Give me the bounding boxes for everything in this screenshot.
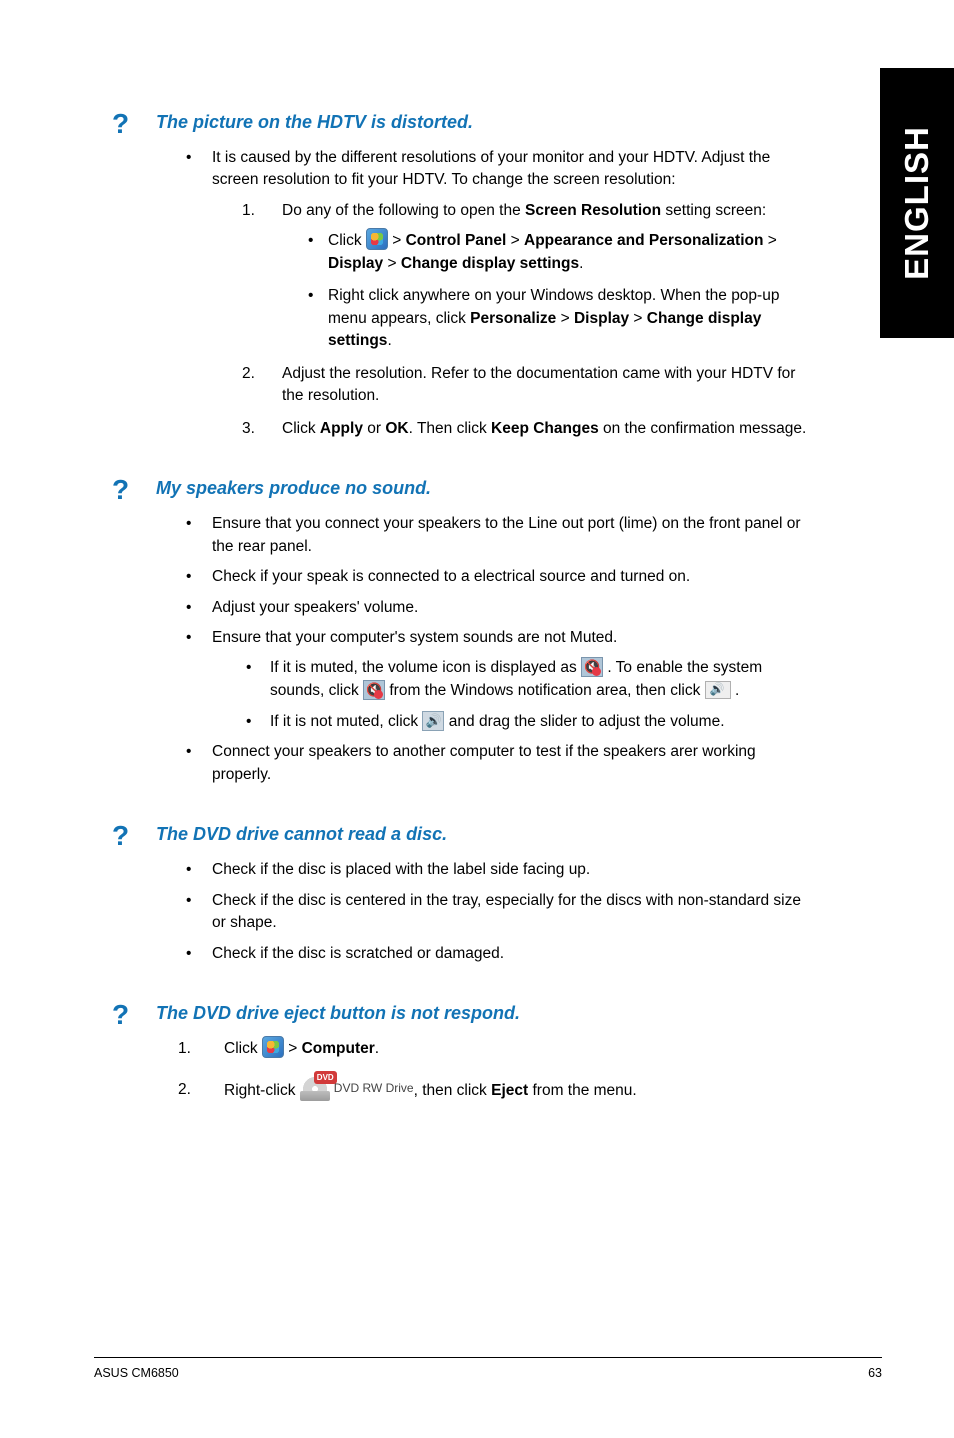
answer-intro: It is caused by the different resolution… [178,147,818,440]
bullet-scratched: Check if the disc is scratched or damage… [178,943,818,965]
bullet-line-out: Ensure that you connect your speakers to… [178,513,818,558]
bullet-muted: Ensure that your computer's system sound… [178,627,818,733]
bullet-electrical: Check if your speak is connected to a el… [178,566,818,588]
start-icon [262,1036,284,1058]
language-tab: ENGLISH [880,68,954,338]
bullet-muted-enable: If it is muted, the volume icon is displ… [242,656,818,703]
substep-click-control-panel: Click > Control Panel > Appearance and P… [306,230,818,275]
volume-icon [422,711,444,731]
question-text: The DVD drive cannot read a disc. [156,824,818,845]
bullet-not-muted: If it is not muted, click and drag the s… [242,710,818,733]
qa-speakers-no-sound: ? My speakers produce no sound. Ensure t… [118,478,818,786]
step-3: 3. Click Apply or OK. Then click Keep Ch… [242,418,818,440]
volume-muted-icon [363,680,385,700]
question-text: My speakers produce no sound. [156,478,818,499]
footer-page-number: 63 [868,1366,882,1380]
question-mark-icon: ? [112,999,129,1031]
qa-dvd-eject: ? The DVD drive eject button is not resp… [118,1003,818,1103]
footer-model: ASUS CM6850 [94,1366,179,1380]
page-content: ? The picture on the HDTV is distorted. … [118,112,818,1141]
question-text: The picture on the HDTV is distorted. [156,112,818,133]
question-mark-icon: ? [112,820,129,852]
step-2: 2.Adjust the resolution. Refer to the do… [242,363,818,408]
page-footer: ASUS CM6850 63 [94,1357,882,1380]
bullet-volume: Adjust your speakers' volume. [178,597,818,619]
bullet-connect-other: Connect your speakers to another compute… [178,741,818,786]
language-label: ENGLISH [898,126,936,280]
question-mark-icon: ? [112,474,129,506]
question-mark-icon: ? [112,108,129,140]
bullet-centered: Check if the disc is centered in the tra… [178,890,818,935]
step-right-click-eject: 2. Right-click DVDDVD RW Drive, then cli… [178,1079,818,1103]
volume-muted-icon [581,657,603,677]
qa-hdtv-distorted: ? The picture on the HDTV is distorted. … [118,112,818,440]
step-click-computer: 1. Click > Computer. [178,1038,818,1061]
question-text: The DVD drive eject button is not respon… [156,1003,818,1024]
substep-right-click-desktop: Right click anywhere on your Windows des… [306,285,818,352]
bullet-label-up: Check if the disc is placed with the lab… [178,859,818,881]
volume-mixer-icon [705,681,731,699]
dvd-drive-icon: DVDDVD RW Drive [300,1077,414,1101]
step-1: 1. Do any of the following to open the S… [242,200,818,353]
qa-dvd-cannot-read: ? The DVD drive cannot read a disc. Chec… [118,824,818,965]
start-icon [366,228,388,250]
